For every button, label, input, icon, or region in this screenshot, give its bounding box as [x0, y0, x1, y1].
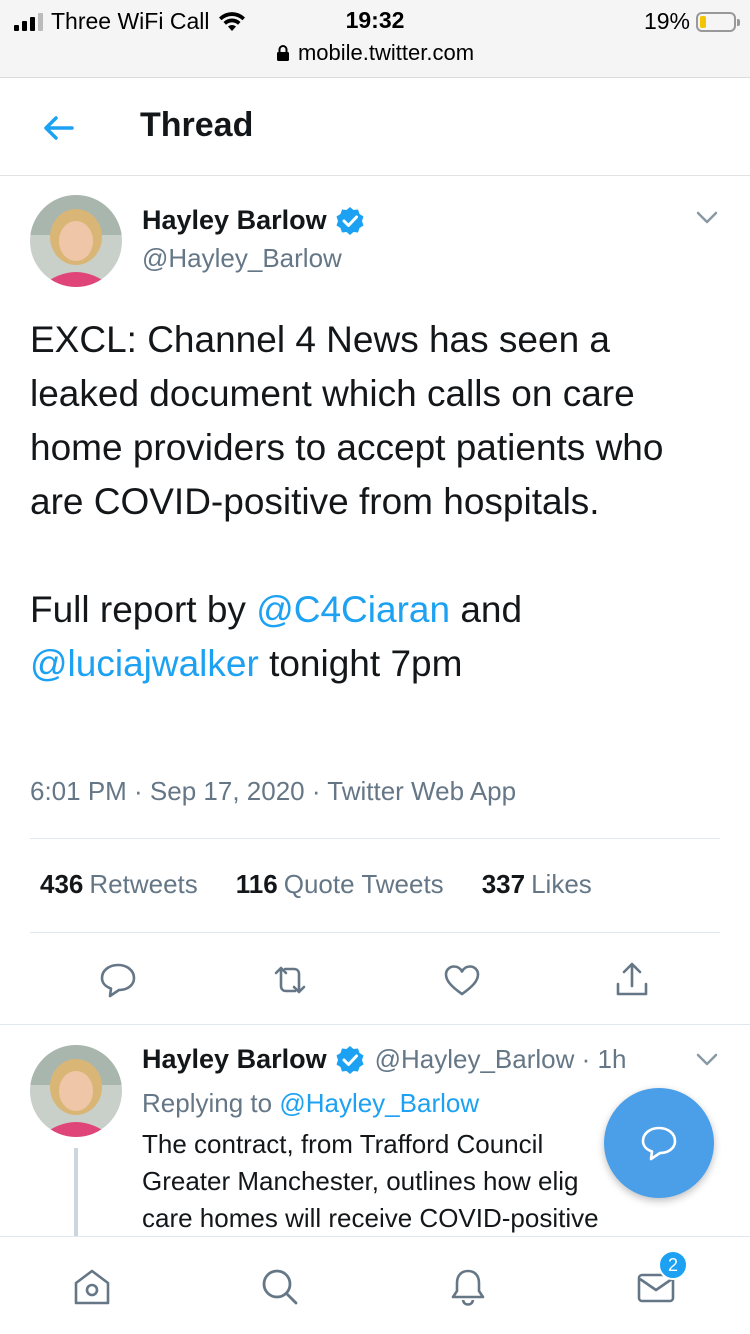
home-icon[interactable] — [70, 1265, 114, 1309]
tweet-text-suffix: tonight 7pm — [258, 643, 463, 684]
page-title: Thread — [140, 106, 254, 144]
reply-handle-time: @Hayley_Barlow · 1h — [374, 1044, 627, 1074]
thread-connector-line — [74, 1148, 78, 1238]
tweet-text-prefix: Full report by — [30, 589, 257, 630]
like-heart-icon[interactable] — [440, 958, 484, 1002]
retweets-stat[interactable]: 436 Retweets — [40, 869, 198, 900]
replying-to-link[interactable]: @Hayley_Barlow — [279, 1088, 479, 1118]
reply-text-line: care homes will receive COVID-positive — [142, 1203, 599, 1233]
avatar[interactable] — [30, 195, 122, 287]
tweet-paragraph-2: Full report by @C4Ciaran and @luciajwalke… — [30, 583, 720, 691]
chevron-down-icon[interactable] — [693, 203, 721, 231]
likes-stat[interactable]: 337 Likes — [482, 869, 592, 900]
notifications-bell-icon[interactable] — [446, 1265, 490, 1309]
author-name-text: Hayley Barlow — [142, 205, 327, 235]
likes-label: Likes — [531, 869, 592, 899]
quotes-label: Quote Tweets — [283, 869, 444, 899]
avatar-image — [30, 1045, 122, 1137]
messages-badge: 2 — [658, 1250, 688, 1280]
verified-badge-icon — [336, 1045, 364, 1074]
retweet-icon[interactable] — [268, 958, 312, 1002]
quotes-count: 116 — [235, 869, 278, 899]
author-name[interactable]: Hayley Barlow — [142, 205, 365, 236]
mention-link[interactable]: @luciajwalker — [30, 643, 259, 684]
clock: 19:32 — [345, 7, 405, 33]
chevron-down-icon[interactable] — [693, 1045, 721, 1073]
replying-to: Replying to @Hayley_Barlow — [142, 1088, 479, 1119]
reply-bubble-icon — [641, 1126, 677, 1161]
reply-author-name: Hayley Barlow — [142, 1044, 327, 1074]
tweet-text: EXCL: Channel 4 News has seen a leaked d… — [30, 313, 720, 691]
tweet-stats: 436 Retweets 116 Quote Tweets 337 Likes — [40, 869, 592, 900]
verified-badge-icon — [336, 206, 364, 235]
quote-tweets-stat[interactable]: 116 Quote Tweets — [236, 869, 444, 900]
compose-reply-button[interactable] — [604, 1088, 714, 1198]
tweet-paragraph: EXCL: Channel 4 News has seen a leaked d… — [30, 319, 664, 522]
retweets-count: 436 — [40, 869, 84, 899]
tweet-timestamp[interactable]: 6:01 PM · Sep 17, 2020 · Twitter Web App — [30, 776, 516, 807]
status-bar: Three WiFi Call 19:32 19% mobile.twitter… — [0, 0, 750, 78]
battery-percent: 19% — [643, 8, 690, 34]
back-arrow-icon[interactable] — [38, 108, 78, 148]
divider — [30, 932, 720, 933]
battery-icon — [696, 11, 740, 32]
url-text: mobile.twitter.com — [297, 40, 475, 65]
address-bar[interactable]: mobile.twitter.com — [0, 40, 750, 66]
tweet-text-and: and — [450, 589, 523, 630]
tweet-separator — [0, 1024, 750, 1025]
author-handle[interactable]: @Hayley_Barlow — [142, 243, 342, 274]
avatar-image — [30, 195, 122, 287]
mention-link[interactable]: @C4Ciaran — [256, 589, 450, 630]
reply-author-row[interactable]: Hayley Barlow @Hayley_Barlow · 1h — [142, 1044, 626, 1075]
reply-avatar[interactable] — [30, 1045, 122, 1137]
share-icon[interactable] — [610, 958, 654, 1002]
divider — [30, 838, 720, 839]
likes-count: 337 — [481, 869, 526, 899]
reply-icon[interactable] — [96, 958, 140, 1002]
replying-prefix: Replying to — [142, 1088, 280, 1118]
thread-header: Thread — [0, 78, 750, 176]
lock-icon — [276, 45, 289, 61]
bottom-navigation — [0, 1236, 750, 1334]
status-right: 19% — [643, 8, 740, 35]
search-icon[interactable] — [258, 1265, 302, 1309]
battery-fill — [700, 15, 707, 28]
retweets-label: Retweets — [89, 869, 198, 899]
